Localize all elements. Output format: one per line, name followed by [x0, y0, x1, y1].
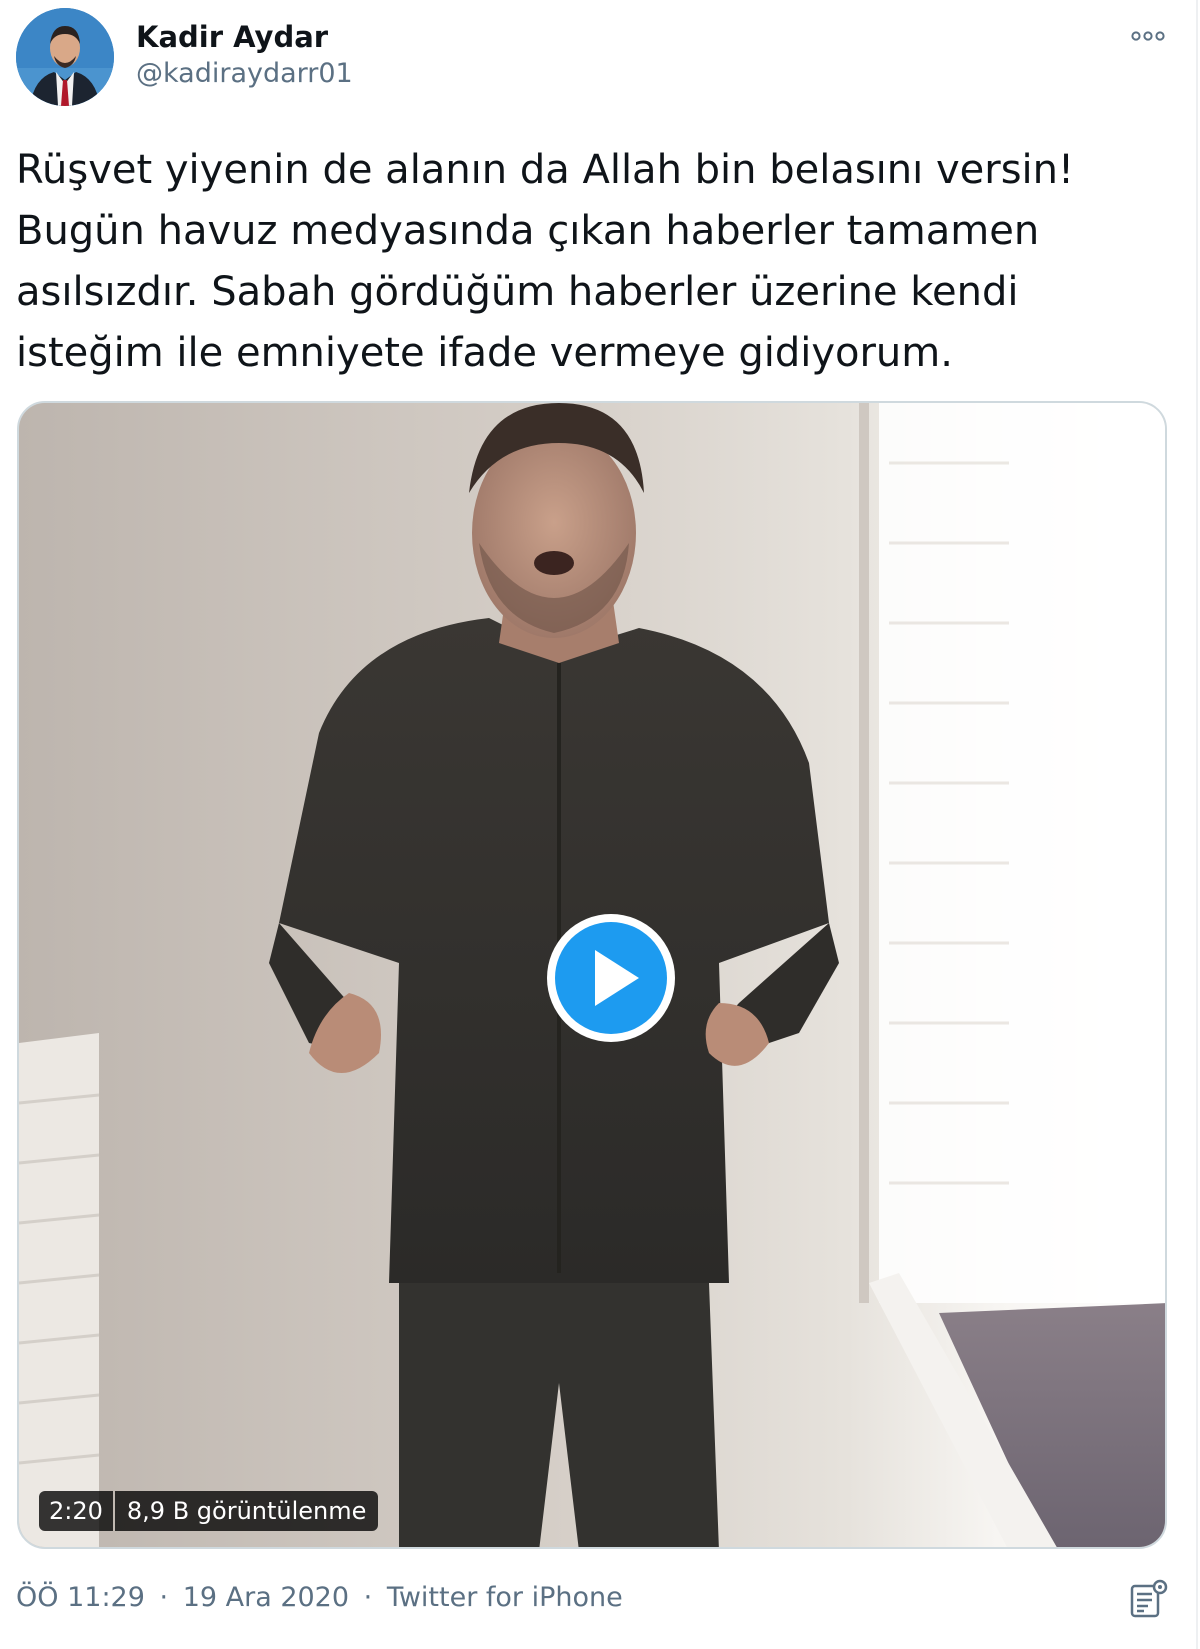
- author-handle[interactable]: @kadiraydarr01: [136, 58, 353, 89]
- tweet-source[interactable]: Twitter for iPhone: [387, 1582, 623, 1613]
- profile-photo-icon: [16, 8, 114, 106]
- divider: [1196, 0, 1198, 1649]
- tweet-date[interactable]: 19 Ara 2020: [183, 1582, 349, 1613]
- video-badges: 2:20 8,9 B görüntülenme: [39, 1491, 379, 1531]
- analytics-button[interactable]: [1128, 1578, 1170, 1620]
- tweet-time[interactable]: ÖÖ 11:29: [16, 1582, 145, 1613]
- tweet-card: Kadir Aydar @kadiraydarr01 Rüşvet yiyeni…: [0, 0, 1200, 1649]
- more-options-icon: [1131, 31, 1165, 41]
- author-name[interactable]: Kadir Aydar: [136, 20, 328, 54]
- meta-separator: ·: [159, 1582, 169, 1613]
- play-button[interactable]: [543, 910, 679, 1046]
- more-options-button[interactable]: [1126, 22, 1170, 50]
- play-icon: [547, 914, 675, 1042]
- video-duration: 2:20: [39, 1491, 113, 1531]
- tweet-meta: ÖÖ 11:29 · 19 Ara 2020 · Twitter for iPh…: [16, 1582, 623, 1613]
- view-count: 8,9 B görüntülenme: [114, 1491, 379, 1531]
- video-player[interactable]: 2:20 8,9 B görüntülenme: [17, 401, 1167, 1549]
- meta-separator: ·: [363, 1582, 373, 1613]
- analytics-icon: [1130, 1579, 1168, 1618]
- avatar[interactable]: [16, 8, 114, 106]
- tweet-text: Rüşvet yiyenin de alanın da Allah bin be…: [16, 147, 1075, 376]
